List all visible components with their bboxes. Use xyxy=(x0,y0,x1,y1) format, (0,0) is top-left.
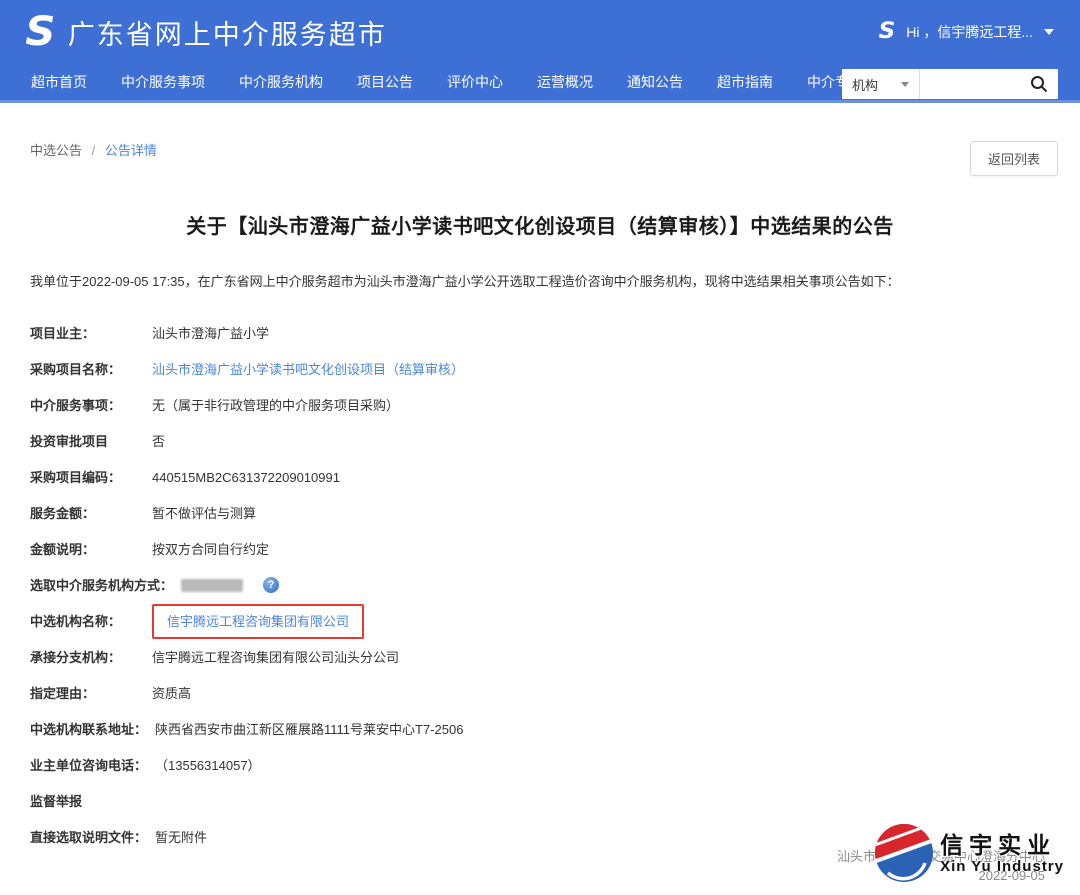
field-label: 承接分支机构： xyxy=(30,647,152,668)
field-row: 直接选取说明文件：暂无附件 xyxy=(30,827,1050,848)
nav-item-7[interactable]: 通知公告 xyxy=(610,72,700,92)
field-row: 指定理由：资质高 xyxy=(30,683,1050,704)
field-row: 选取中介服务机构方式：? xyxy=(30,575,1050,596)
field-value: 暂无附件 xyxy=(155,827,207,848)
footer-meta: 汕头市公共资源交易中心澄海分中心 2022-09-05 xyxy=(837,847,1045,885)
field-value: 汕头市澄海广益小学 xyxy=(152,323,269,344)
selected-agency-link[interactable]: 信宇腾远工程咨询集团有限公司 xyxy=(167,614,349,629)
field-label: 监督举报 xyxy=(30,791,152,812)
field-label: 金额说明： xyxy=(30,539,152,560)
field-value: 暂不做评估与测算 xyxy=(152,503,256,524)
field-value: 440515MB2C631372209010991 xyxy=(152,467,340,488)
search-widget: 机构 xyxy=(842,69,1058,99)
search-category-select[interactable]: 机构 xyxy=(842,69,920,99)
field-label: 项目业主： xyxy=(30,323,152,344)
nav-item-1[interactable]: 超市首页 xyxy=(14,72,104,92)
nav-item-3[interactable]: 中介服务机构 xyxy=(222,72,340,92)
field-value: 否 xyxy=(152,431,165,452)
field-value: 资质高 xyxy=(152,683,191,704)
announcement-intro: 我单位于2022-09-05 17:35，在广东省网上中介服务超市为汕头市澄海广… xyxy=(30,272,1050,291)
field-label: 中选机构名称： xyxy=(30,611,152,632)
field-label: 选取中介服务机构方式： xyxy=(30,575,181,596)
nav-item-5[interactable]: 评价中心 xyxy=(430,72,520,92)
user-menu[interactable]: S Hi ，信宇腾远工程... xyxy=(879,21,1054,43)
field-value: 无（属于非行政管理的中介服务项目采购） xyxy=(152,395,399,416)
highlight-box: 信宇腾远工程咨询集团有限公司 xyxy=(152,604,364,639)
field-value: （13556314057） xyxy=(155,755,261,776)
field-row: 中介服务事项：无（属于非行政管理的中介服务项目采购） xyxy=(30,395,1050,416)
field-label: 业主单位咨询电话： xyxy=(30,755,155,776)
content-area: 中选公告 / 公告详情 返回列表 关于【汕头市澄海广益小学读书吧文化创设项目（结… xyxy=(0,103,1080,848)
footer-org: 汕头市公共资源交易中心澄海分中心 xyxy=(837,847,1045,866)
back-to-list-button[interactable]: 返回列表 xyxy=(970,141,1058,176)
field-row: 服务金额：暂不做评估与测算 xyxy=(30,503,1050,524)
chevron-down-icon xyxy=(1044,29,1054,35)
field-row: 项目业主：汕头市澄海广益小学 xyxy=(30,323,1050,344)
redacted-value xyxy=(181,579,243,592)
announcement-title: 关于【汕头市澄海广益小学读书吧文化创设项目（结算审核）】中选结果的公告 xyxy=(30,210,1050,239)
field-label: 直接选取说明文件： xyxy=(30,827,155,848)
search-button[interactable] xyxy=(1020,69,1058,99)
help-icon[interactable]: ? xyxy=(263,577,279,593)
field-value: 信宇腾远工程咨询集团有限公司汕头分公司 xyxy=(152,647,399,668)
chevron-down-icon xyxy=(901,82,909,87)
main-nav: 超市首页中介服务事项中介服务机构项目公告评价中心运营概况通知公告超市指南中介专属… xyxy=(0,64,1080,103)
search-input[interactable] xyxy=(920,69,1020,99)
field-row: 业主单位咨询电话：（13556314057） xyxy=(30,755,1050,776)
field-value: 按双方合同自行约定 xyxy=(152,539,269,560)
search-icon xyxy=(1030,75,1048,93)
user-logo-icon: S xyxy=(879,21,896,43)
user-greeting: Hi ，信宇腾远工程... xyxy=(906,22,1033,42)
field-label: 投资审批项目 xyxy=(30,431,152,452)
field-label: 中选机构联系地址： xyxy=(30,719,155,740)
site-title: 广东省网上中介服务超市 xyxy=(68,13,387,52)
field-label: 指定理由： xyxy=(30,683,152,704)
field-rows: 项目业主：汕头市澄海广益小学采购项目名称：汕头市澄海广益小学读书吧文化创设项目（… xyxy=(30,323,1050,848)
field-value: 陕西省西安市曲江新区雁展路1111号莱安中心T7-2506 xyxy=(155,719,463,740)
field-row: 承接分支机构：信宇腾远工程咨询集团有限公司汕头分公司 xyxy=(30,647,1050,668)
nav-item-8[interactable]: 超市指南 xyxy=(700,72,790,92)
field-label: 服务金额： xyxy=(30,503,152,524)
site-logo-icon: S xyxy=(25,12,55,52)
breadcrumb-parent[interactable]: 中选公告 xyxy=(30,143,82,158)
field-row: 中选机构联系地址：陕西省西安市曲江新区雁展路1111号莱安中心T7-2506 xyxy=(30,719,1050,740)
nav-item-2[interactable]: 中介服务事项 xyxy=(104,72,222,92)
field-row: 投资审批项目否 xyxy=(30,431,1050,452)
breadcrumb-current: 公告详情 xyxy=(105,143,157,158)
project-name-link[interactable]: 汕头市澄海广益小学读书吧文化创设项目（结算审核） xyxy=(152,359,464,380)
breadcrumb: 中选公告 / 公告详情 xyxy=(30,103,1050,159)
field-row: 监督举报 xyxy=(30,791,1050,812)
field-label: 中介服务事项： xyxy=(30,395,152,416)
search-category-value: 机构 xyxy=(852,75,878,94)
nav-item-4[interactable]: 项目公告 xyxy=(340,72,430,92)
site-header: S 广东省网上中介服务超市 S Hi ，信宇腾远工程... xyxy=(0,0,1080,64)
field-row: 金额说明：按双方合同自行约定 xyxy=(30,539,1050,560)
field-row: 中选机构名称： 信宇腾远工程咨询集团有限公司 xyxy=(30,611,1050,632)
field-label: 采购项目名称： xyxy=(30,359,152,380)
nav-items: 超市首页中介服务事项中介服务机构项目公告评价中心运营概况通知公告超市指南中介专属… xyxy=(14,72,908,92)
footer-date: 2022-09-05 xyxy=(837,866,1045,885)
field-row: 采购项目编码：440515MB2C631372209010991 xyxy=(30,467,1050,488)
field-row: 采购项目名称：汕头市澄海广益小学读书吧文化创设项目（结算审核） xyxy=(30,359,1050,380)
breadcrumb-separator: / xyxy=(92,143,96,158)
field-label: 采购项目编码： xyxy=(30,467,152,488)
nav-item-6[interactable]: 运营概况 xyxy=(520,72,610,92)
